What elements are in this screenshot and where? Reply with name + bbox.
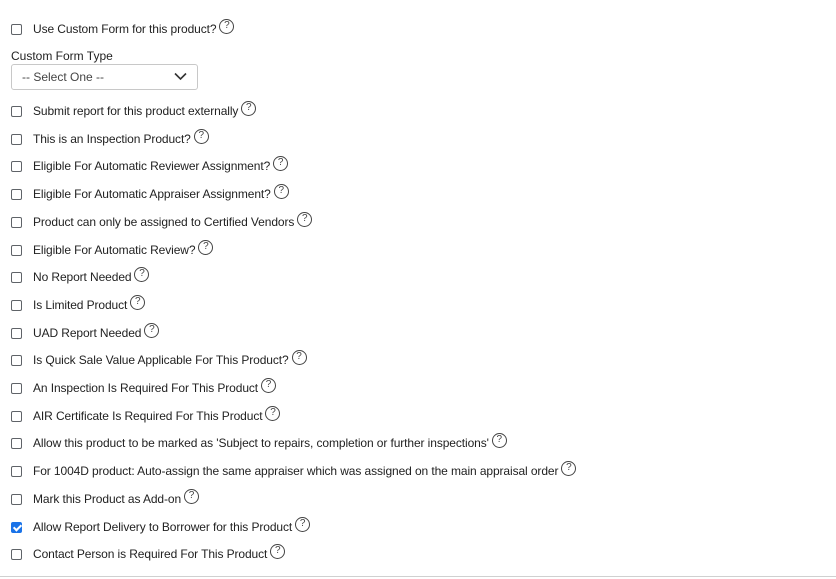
product-option-label: Is Limited Product bbox=[33, 298, 128, 312]
chevron-down-icon bbox=[174, 72, 187, 81]
help-icon[interactable]: ? bbox=[130, 294, 146, 310]
product-option-checkbox[interactable] bbox=[11, 244, 22, 256]
product-option-row: Eligible For Automatic Review?? bbox=[11, 239, 214, 260]
help-icon[interactable]: ? bbox=[270, 543, 286, 559]
product-option-checkbox[interactable] bbox=[11, 437, 22, 449]
product-option-row: AIR Certificate Is Required For This Pro… bbox=[11, 405, 281, 426]
product-option-row: Allow Report Delivery to Borrower for th… bbox=[11, 516, 311, 537]
product-option-checkbox[interactable] bbox=[11, 216, 22, 228]
product-option-row: Submit report for this product externall… bbox=[11, 100, 257, 121]
help-icon[interactable]: ? bbox=[219, 18, 235, 34]
product-option-row: No Report Needed? bbox=[11, 266, 150, 287]
product-option-label: Eligible For Automatic Appraiser Assignm… bbox=[33, 187, 271, 201]
product-option-row: Contact Person is Required For This Prod… bbox=[11, 543, 286, 564]
help-icon[interactable]: ? bbox=[561, 460, 577, 476]
product-option-label: Is Quick Sale Value Applicable For This … bbox=[33, 353, 289, 367]
product-option-checkbox[interactable] bbox=[11, 354, 22, 366]
product-option-row: Is Limited Product? bbox=[11, 294, 146, 315]
use-custom-form-row: Use Custom Form for this product? ? bbox=[11, 18, 235, 39]
product-option-label: AIR Certificate Is Required For This Pro… bbox=[33, 409, 263, 423]
product-option-checkbox[interactable] bbox=[11, 410, 22, 422]
product-option-label: This is an Inspection Product? bbox=[33, 132, 191, 146]
help-icon[interactable]: ? bbox=[198, 239, 214, 255]
product-option-label: Product can only be assigned to Certifie… bbox=[33, 215, 295, 229]
custom-form-type-select[interactable]: -- Select One -- bbox=[11, 64, 198, 90]
product-option-row: Product can only be assigned to Certifie… bbox=[11, 211, 313, 232]
product-option-label: Contact Person is Required For This Prod… bbox=[33, 547, 268, 561]
product-option-row: For 1004D product: Auto-assign the same … bbox=[11, 460, 577, 481]
help-icon[interactable]: ? bbox=[491, 432, 507, 448]
product-option-row: This is an Inspection Product?? bbox=[11, 128, 209, 149]
help-icon[interactable]: ? bbox=[184, 488, 200, 504]
product-option-checkbox[interactable] bbox=[11, 465, 22, 477]
product-option-label: UAD Report Needed bbox=[33, 326, 142, 340]
help-icon[interactable]: ? bbox=[134, 266, 150, 282]
product-option-row: Eligible For Automatic Appraiser Assignm… bbox=[11, 183, 289, 204]
product-option-checkbox[interactable] bbox=[11, 548, 22, 560]
product-option-checkbox[interactable] bbox=[11, 493, 22, 505]
product-option-row: Allow this product to be marked as 'Subj… bbox=[11, 432, 507, 453]
help-icon[interactable]: ? bbox=[273, 155, 289, 171]
product-option-label: Submit report for this product externall… bbox=[33, 104, 239, 118]
product-option-checkbox[interactable] bbox=[11, 105, 22, 117]
help-icon[interactable]: ? bbox=[273, 183, 289, 199]
product-option-label: No Report Needed bbox=[33, 270, 132, 284]
product-option-row: Is Quick Sale Value Applicable For This … bbox=[11, 349, 307, 370]
product-option-row: Eligible For Automatic Reviewer Assignme… bbox=[11, 155, 289, 176]
product-option-row: An Inspection Is Required For This Produ… bbox=[11, 377, 277, 398]
product-option-checkbox[interactable] bbox=[11, 299, 22, 311]
help-icon[interactable]: ? bbox=[265, 405, 281, 421]
product-option-checkbox[interactable] bbox=[11, 521, 22, 533]
product-option-row: Mark this Product as Add-on? bbox=[11, 488, 200, 509]
product-option-label: Eligible For Automatic Review? bbox=[33, 243, 196, 257]
product-option-label: Allow this product to be marked as 'Subj… bbox=[33, 436, 489, 450]
help-icon[interactable]: ? bbox=[144, 322, 160, 338]
product-option-label: Allow Report Delivery to Borrower for th… bbox=[33, 520, 293, 534]
divider bbox=[0, 576, 836, 577]
product-option-label: An Inspection Is Required For This Produ… bbox=[33, 381, 259, 395]
product-option-label: Mark this Product as Add-on bbox=[33, 492, 182, 506]
custom-form-type-label: Custom Form Type bbox=[11, 49, 113, 63]
help-icon[interactable]: ? bbox=[241, 100, 257, 116]
use-custom-form-label: Use Custom Form for this product? bbox=[33, 22, 217, 36]
product-option-label: For 1004D product: Auto-assign the same … bbox=[33, 464, 559, 478]
product-option-checkbox[interactable] bbox=[11, 133, 22, 145]
product-option-checkbox[interactable] bbox=[11, 160, 22, 172]
product-option-checkbox[interactable] bbox=[11, 188, 22, 200]
product-option-checkbox[interactable] bbox=[11, 271, 22, 283]
use-custom-form-checkbox[interactable] bbox=[11, 23, 22, 35]
help-icon[interactable]: ? bbox=[295, 516, 311, 532]
product-option-checkbox[interactable] bbox=[11, 382, 22, 394]
custom-form-type-value: -- Select One -- bbox=[22, 70, 105, 84]
product-option-label: Eligible For Automatic Reviewer Assignme… bbox=[33, 159, 271, 173]
help-icon[interactable]: ? bbox=[261, 377, 277, 393]
help-icon[interactable]: ? bbox=[291, 349, 307, 365]
help-icon[interactable]: ? bbox=[297, 211, 313, 227]
help-icon[interactable]: ? bbox=[193, 128, 209, 144]
product-option-checkbox[interactable] bbox=[11, 327, 22, 339]
product-option-row: UAD Report Needed? bbox=[11, 322, 160, 343]
